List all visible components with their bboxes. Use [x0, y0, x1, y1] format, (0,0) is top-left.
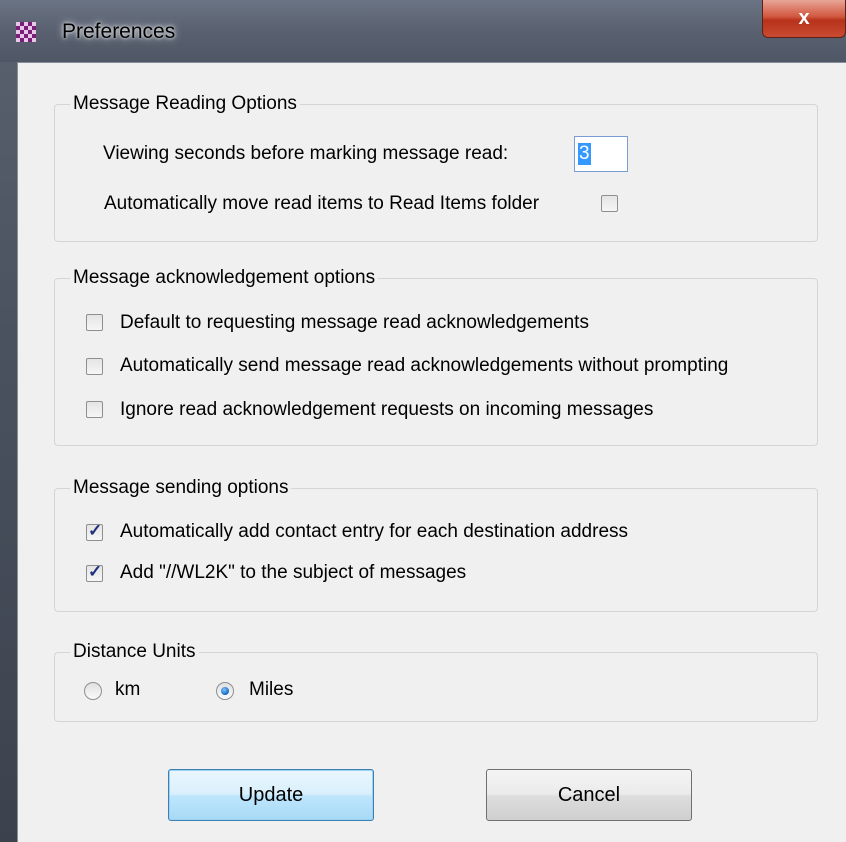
window-frame: Preferences x Message Reading Options Vi… [0, 0, 846, 842]
cancel-button[interactable]: Cancel [486, 769, 692, 821]
km-radio[interactable] [84, 682, 102, 700]
title-bar[interactable]: Preferences x [0, 0, 846, 62]
km-label: km [115, 679, 141, 700]
ack-default-request-checkbox[interactable] [86, 314, 103, 331]
distance-units-label: Distance Units [70, 641, 199, 663]
sending-options-label: Message sending options [70, 477, 292, 499]
add-wl2k-subject-label: Add "//WL2K" to the subject of messages [120, 562, 467, 583]
window-title: Preferences [62, 20, 176, 43]
ack-auto-send-checkbox[interactable] [86, 358, 103, 375]
viewing-seconds-label: Viewing seconds before marking message r… [103, 143, 509, 164]
update-button[interactable]: Update [168, 769, 374, 821]
miles-radio[interactable] [216, 682, 234, 700]
auto-add-contact-checkbox[interactable] [86, 521, 103, 541]
viewing-seconds-input[interactable]: 3 [574, 136, 628, 172]
auto-move-checkbox[interactable] [601, 195, 618, 212]
reading-options-label: Message Reading Options [70, 93, 300, 115]
add-wl2k-subject-checkbox[interactable] [86, 562, 103, 582]
reading-options-group [54, 104, 818, 242]
dialog-client-area: Message Reading Options Viewing seconds … [17, 62, 846, 842]
viewing-seconds-value: 3 [578, 143, 591, 165]
close-button[interactable]: x [762, 0, 846, 38]
miles-label: Miles [249, 679, 294, 700]
ack-ignore-requests-label: Ignore read acknowledgement requests on … [120, 399, 654, 420]
ack-options-label: Message acknowledgement options [70, 267, 379, 289]
auto-add-contact-label: Automatically add contact entry for each… [120, 521, 629, 542]
ack-ignore-requests-checkbox[interactable] [86, 401, 103, 418]
app-icon [16, 22, 36, 42]
ack-auto-send-label: Automatically send message read acknowle… [120, 355, 729, 376]
sending-options-group [54, 488, 818, 612]
ack-default-request-label: Default to requesting message read ackno… [120, 312, 589, 333]
close-icon: x [798, 7, 810, 29]
auto-move-label: Automatically move read items to Read It… [104, 193, 540, 214]
